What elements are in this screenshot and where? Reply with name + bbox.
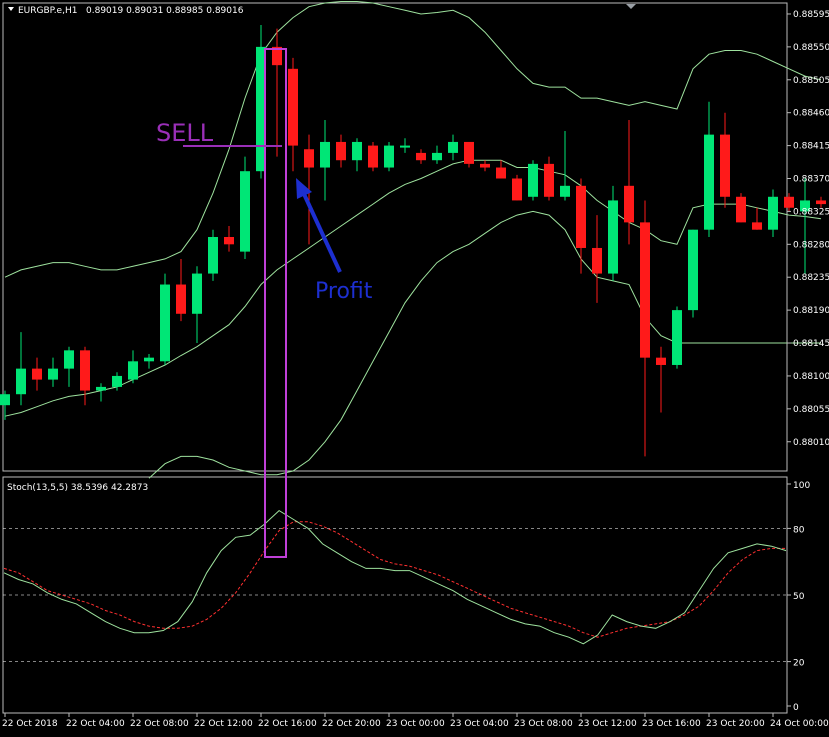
candle: [672, 306, 682, 369]
candle-body: [160, 284, 170, 362]
candle-body: [528, 163, 538, 197]
candle-body: [336, 141, 346, 161]
candle-body: [400, 145, 410, 148]
candle-body: [144, 357, 154, 362]
time-tick-label: 22 Oct 04:00: [66, 719, 125, 729]
price-tick-label: 0.88370: [793, 175, 829, 185]
time-tick-label: 23 Oct 00:00: [386, 719, 445, 729]
candle-body: [576, 185, 586, 248]
price-tick-label: 0.88325: [793, 207, 829, 217]
trading-chart: EURGBP.e,H1 0.89019 0.89031 0.88985 0.89…: [0, 0, 829, 733]
price-tick-label: 0.88100: [793, 372, 829, 382]
price-tick-label: 0.88145: [793, 339, 829, 349]
candle: [384, 141, 394, 172]
candle-body: [496, 167, 506, 179]
time-tick-label: 22 Oct 08:00: [130, 719, 189, 729]
candle-body: [240, 171, 250, 252]
candle-body: [384, 145, 394, 168]
candle-body: [608, 200, 618, 274]
candle: [464, 141, 474, 168]
candle: [736, 193, 746, 223]
candle-body: [48, 368, 58, 380]
candle-body: [432, 152, 442, 161]
candle-body: [448, 141, 458, 153]
time-tick-label: 23 Oct 12:00: [578, 719, 637, 729]
price-tick-label: 0.88550: [793, 43, 829, 53]
candle-body: [96, 386, 106, 391]
time-tick-label: 22 Oct 12:00: [194, 719, 253, 729]
price-tick-label: 0.88595: [793, 10, 829, 20]
candle-body: [784, 196, 794, 208]
candle-body: [560, 185, 570, 197]
time-tick-label: 23 Oct 20:00: [706, 719, 765, 729]
candle-body: [544, 163, 554, 197]
candle: [368, 141, 378, 172]
time-tick-label: 22 Oct 2018: [2, 719, 58, 729]
candle-body: [0, 394, 10, 406]
candle-body: [288, 68, 298, 146]
price-tick-label: 0.88505: [793, 76, 829, 86]
candle: [688, 229, 698, 318]
time-tick-label: 23 Oct 16:00: [642, 719, 701, 729]
candle-body: [816, 200, 826, 205]
candle-body: [768, 196, 778, 230]
price-tick-label: 0.88460: [793, 109, 829, 119]
stoch-tick-label: 20: [793, 659, 805, 669]
symbol-title: EURGBP.e,H1: [18, 6, 77, 16]
candle-body: [592, 247, 602, 274]
stoch-label: Stoch(13,5,5) 38.5396 42.2873: [7, 483, 148, 493]
candle: [240, 156, 250, 259]
price-tick-label: 0.88010: [793, 438, 829, 448]
candle-body: [416, 152, 426, 161]
candle-body: [640, 222, 650, 358]
candle-body: [656, 357, 666, 365]
candle-body: [624, 185, 634, 223]
ohlc-readout: 0.89019 0.89031 0.88985 0.89016: [86, 6, 244, 16]
candle: [208, 229, 218, 281]
time-tick-label: 23 Oct 04:00: [450, 719, 509, 729]
stoch-tick-label: 0: [793, 703, 799, 713]
candle-body: [112, 375, 122, 387]
candle-body: [128, 361, 138, 380]
candle-body: [208, 237, 218, 274]
candle-body: [224, 237, 234, 245]
candle-body: [192, 273, 202, 314]
candle-body: [64, 350, 74, 369]
candle-body: [464, 141, 474, 164]
candle: [160, 273, 170, 365]
candle-body: [752, 222, 762, 230]
candle: [528, 160, 538, 201]
price-tick-label: 0.88190: [793, 306, 829, 316]
profit-annotation: Profit: [315, 279, 373, 304]
candle: [512, 174, 522, 201]
candle-body: [368, 145, 378, 168]
time-tick-label: 24 Oct 00:00: [770, 719, 829, 729]
price-tick-label: 0.88415: [793, 142, 829, 152]
candle-body: [512, 178, 522, 201]
stoch-tick-label: 80: [793, 525, 805, 535]
candle-body: [176, 284, 186, 314]
candle-body: [320, 141, 330, 168]
time-tick-label: 23 Oct 08:00: [514, 719, 573, 729]
price-tick-label: 0.88280: [793, 240, 829, 250]
candle-body: [704, 134, 714, 230]
candle-body: [16, 368, 26, 395]
candle-body: [32, 368, 42, 380]
stoch-tick-label: 100: [793, 481, 810, 491]
candle-body: [304, 149, 314, 168]
candle-body: [80, 350, 90, 391]
candle-body: [688, 229, 698, 311]
stoch-tick-label: 50: [793, 592, 805, 602]
candle-body: [352, 141, 362, 161]
candle-body: [736, 196, 746, 223]
candle-body: [672, 310, 682, 365]
time-tick-label: 22 Oct 16:00: [258, 719, 317, 729]
candle-body: [720, 134, 730, 197]
price-tick-label: 0.88235: [793, 273, 829, 283]
price-tick-label: 0.88055: [793, 405, 829, 415]
candle-body: [480, 163, 490, 168]
time-tick-label: 22 Oct 20:00: [322, 719, 381, 729]
sell-annotation: SELL: [156, 119, 214, 147]
